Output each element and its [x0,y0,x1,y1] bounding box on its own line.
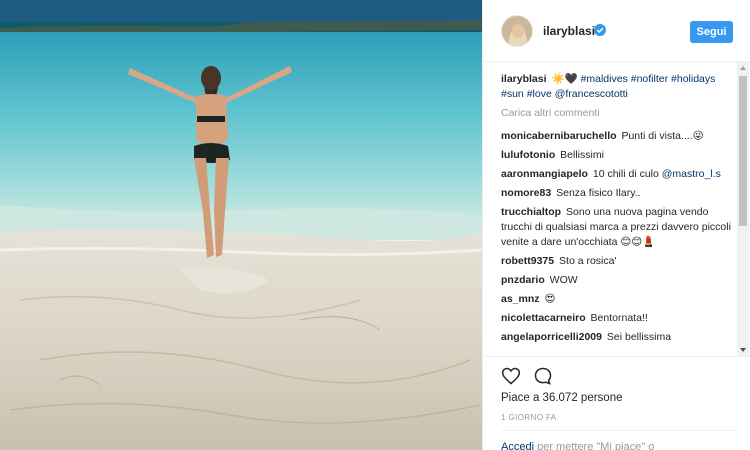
login-prompt-text: per mettere "Mi piace" o [537,441,655,450]
comments-list: ilaryblasi ☀️🖤 #maldives #nofilter #holi… [501,72,737,356]
comment-text: 10 chili di culo [592,168,659,180]
login-prompt: Accedi per mettere "Mi piace" o [501,441,654,450]
comment-text: WOW [549,274,578,286]
comment-username[interactable]: monicabernibaruchello [501,130,617,142]
comment-username[interactable]: angelaporricelli2009 [501,331,602,343]
scroll-thumb[interactable] [739,76,747,226]
hashtag-sun[interactable]: #sun [501,88,524,100]
hashtag-nofilter[interactable]: #nofilter [631,73,668,85]
comment-username[interactable]: aaronmangiapelo [501,168,588,180]
login-link[interactable]: Accedi [501,441,534,450]
comment-text: Sei bellissima [606,331,672,343]
comment-username[interactable]: as_mnz [501,293,540,305]
hashtag-holidays[interactable]: #holidays [671,73,715,85]
post-sidebar: ilaryblasi Segui ilaryblasi ☀️🖤 #maldive… [482,0,750,450]
comment-text: Punti di vista....😜 [621,130,704,142]
comment-text: Senza fisico Ilary.. [556,187,641,199]
comment-username[interactable]: pnzdario [501,274,545,286]
comment-text: Sto a rosica' [559,255,617,267]
caption-text: ☀️🖤 [551,73,578,85]
avatar-image [502,16,532,46]
username[interactable]: ilaryblasi [543,24,595,38]
hashtag-love[interactable]: #love [527,88,552,100]
comment-text: Bellissimi [560,149,604,161]
comment: trucchialtop Sono una nuova pagina vendo… [501,205,737,250]
scroll-up-arrow-icon[interactable] [740,66,746,70]
comment: aaronmangiapelo 10 chili di culo @mastro… [501,167,737,182]
likes-count[interactable]: Piace a 36.072 persone [501,392,622,404]
comment-username[interactable]: nicolettacarneiro [501,312,586,324]
comments-scrollbar[interactable] [737,62,749,356]
comment-mention[interactable]: @mastro_l.s [662,168,721,180]
post-actions: Piace a 36.072 persone 1 GIORNO FA Acced… [483,356,750,450]
comment: lulufotonio Bellissimi [501,148,737,163]
comment: angelaporricelli2009 Sei bellissima [501,330,737,345]
load-more-comments[interactable]: Carica altri commenti [501,106,737,121]
caption: ilaryblasi ☀️🖤 #maldives #nofilter #holi… [501,72,737,102]
comment-username[interactable]: lulufotonio [501,149,555,161]
comment: pnzdario WOW [501,273,737,288]
divider [501,430,737,431]
comment-username[interactable]: nomore83 [501,187,551,199]
mention-francescototti[interactable]: @francescototti [555,88,628,100]
hashtag-maldives[interactable]: #maldives [581,73,628,85]
comment: monicabernibaruchello Punti di vista....… [501,129,737,144]
comment-icon[interactable] [533,366,553,386]
post-photo [0,0,482,450]
heart-icon[interactable] [501,366,521,386]
post-header: ilaryblasi Segui [483,0,750,62]
beach-photo [0,0,482,450]
verified-badge-icon [594,24,606,36]
comment-text: Bentornata!! [590,312,648,324]
post-timestamp: 1 GIORNO FA [501,413,557,422]
comment-username[interactable]: robett9375 [501,255,554,267]
comment: nicolettacarneiro Bentornata!! [501,311,737,326]
comment-username[interactable]: trucchialtop [501,206,561,218]
avatar[interactable] [501,15,533,47]
comment: robett9375 Sto a rosica' [501,254,737,269]
comment-text: 😍 [544,293,556,305]
comment: nomore83 Senza fisico Ilary.. [501,186,737,201]
comment: as_mnz 😍 [501,292,737,307]
scroll-down-arrow-icon[interactable] [740,348,746,352]
caption-username[interactable]: ilaryblasi [501,73,547,85]
follow-button[interactable]: Segui [690,21,733,43]
